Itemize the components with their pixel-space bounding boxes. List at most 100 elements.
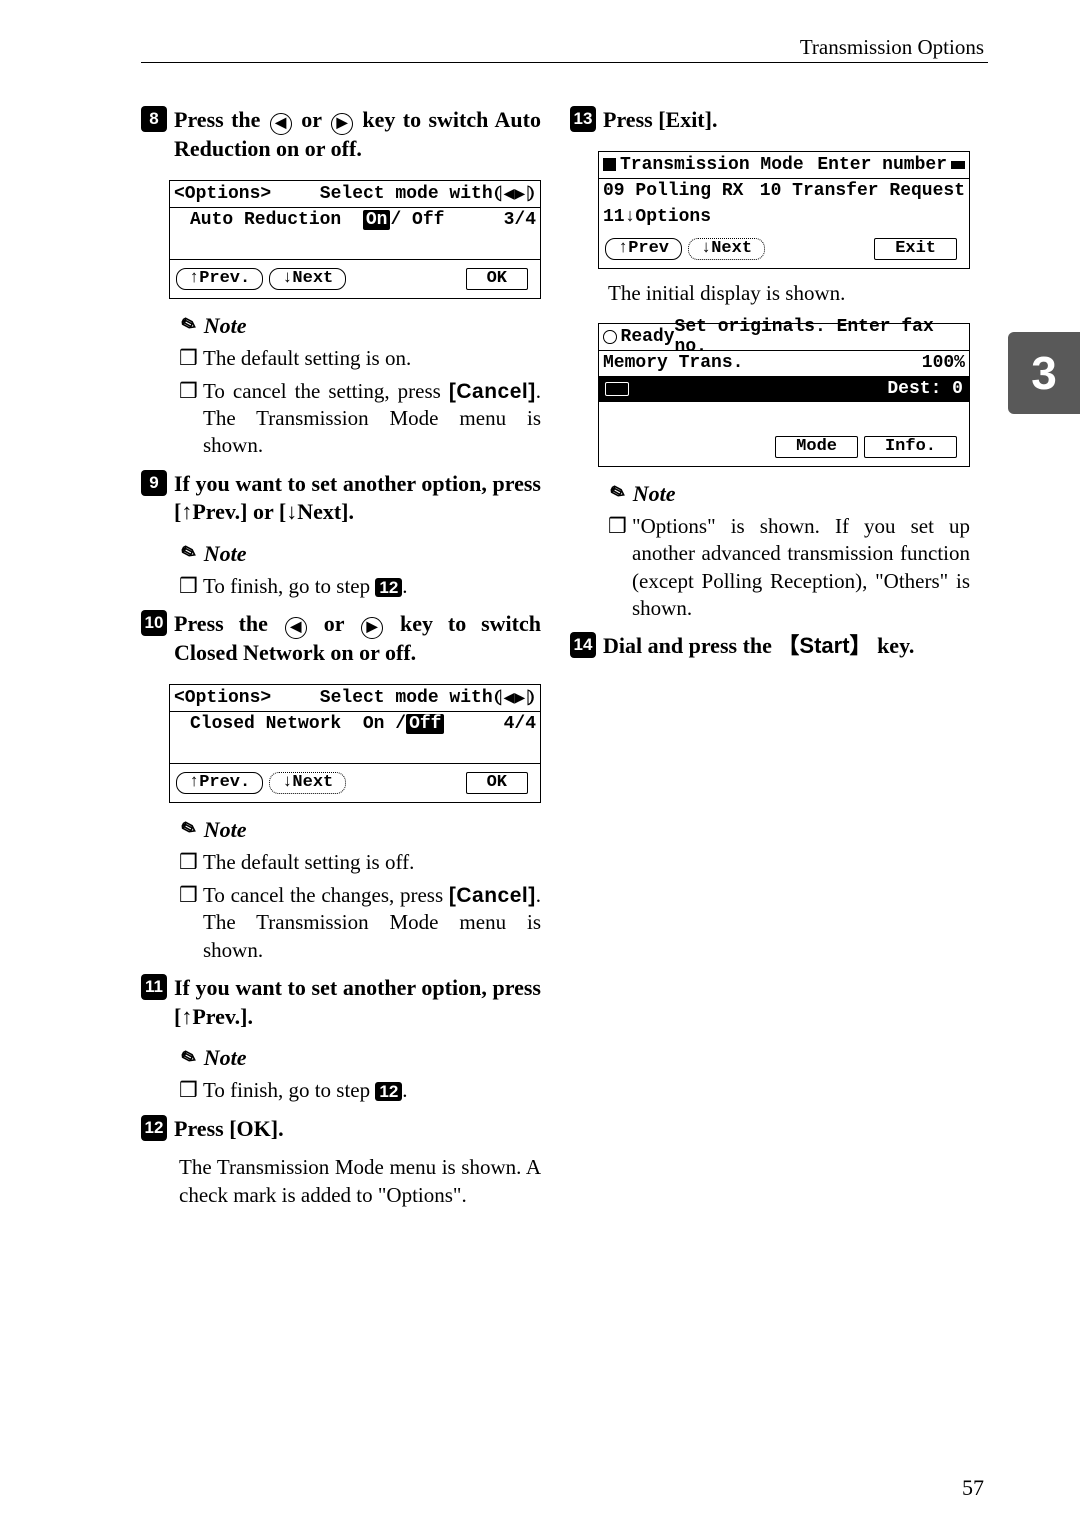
step-8-text: Press the ◀ or ▶ key to switch Auto Redu… xyxy=(174,106,541,164)
chapter-tab: 3 xyxy=(1008,332,1080,414)
step-badge-11: 11 xyxy=(141,974,167,1000)
note-13: ✎Note "Options" is shown. If you set up … xyxy=(608,481,970,622)
note-title: Note xyxy=(204,1045,247,1071)
soft-key: [Cancel] xyxy=(449,884,536,907)
ready-icon xyxy=(603,330,617,344)
lcd-status: Ready xyxy=(621,327,675,347)
step-14: 14 Dial and press the Start key. xyxy=(570,632,970,661)
txt: To cancel the changes, press xyxy=(203,883,449,907)
step-ref-icon: 12 xyxy=(375,1082,402,1101)
step-badge-13: 13 xyxy=(570,106,596,132)
lcd-next-button: ↓Next xyxy=(688,238,765,260)
lcd-value: On / xyxy=(363,714,406,734)
txt: . xyxy=(402,1078,407,1102)
step-8: 8 Press the ◀ or ▶ key to switch Auto Re… xyxy=(141,106,541,164)
step-10-text: Press the ◀ or ▶ key to switch Closed Ne… xyxy=(174,610,541,668)
lcd-label: Closed Network xyxy=(190,714,341,734)
right-arrow-icon: ▶ xyxy=(331,113,353,135)
lcd-value: 100% xyxy=(922,353,965,373)
note-8: ✎Note The default setting is on. To canc… xyxy=(179,313,541,460)
running-header: Transmission Options xyxy=(800,35,984,60)
lcd-ok-button[interactable]: OK xyxy=(466,268,528,290)
lcd-label: <Options> xyxy=(174,184,271,204)
txt: or xyxy=(294,107,329,132)
step-12-sub: The Transmission Mode menu is shown. A c… xyxy=(179,1153,541,1210)
lcd-label: Transmission Mode xyxy=(620,155,804,175)
txt: or xyxy=(309,611,359,636)
lcd-item: 10 Transfer Request xyxy=(760,181,965,201)
txt: To finish, go to step xyxy=(203,574,375,598)
step-10: 10 Press the ◀ or ▶ key to switch Closed… xyxy=(141,610,541,668)
step-12: 12 Press [OK]. xyxy=(141,1115,541,1144)
lcd-prev-button[interactable]: ↑Prev. xyxy=(176,772,263,794)
step-14-text: Dial and press the Start key. xyxy=(603,632,970,661)
step-9: 9 If you want to set another option, pre… xyxy=(141,470,541,527)
lcd-dest: Dest: 0 xyxy=(887,379,963,399)
lcd-label: Select mode with xyxy=(320,184,493,204)
lcd-info-button[interactable]: Info. xyxy=(864,436,957,458)
soft-key: [Cancel] xyxy=(449,380,536,403)
txt: Press the xyxy=(174,611,283,636)
right-arrow-icon: ▶⦈ xyxy=(514,183,536,205)
pencil-icon: ✎ xyxy=(175,311,201,341)
lcd-page: 3/4 xyxy=(504,210,536,230)
txt: key. xyxy=(872,633,915,658)
lcd-value: / Off xyxy=(390,210,444,230)
lcd-next-button[interactable]: ↓Next xyxy=(269,268,346,290)
note-11: ✎Note To finish, go to step 12. xyxy=(179,1045,541,1104)
lcd-label: Enter number xyxy=(817,155,947,175)
header-rule xyxy=(141,62,988,63)
lcd-value-off: Off xyxy=(406,714,444,734)
lcd-ok-button[interactable]: OK xyxy=(466,772,528,794)
lcd-closed-network: <Options>Select mode with⦇◀▶⦈ Closed Net… xyxy=(169,684,541,803)
lcd-exit-button[interactable]: Exit xyxy=(874,238,957,260)
right-column: 13 Press [Exit]. Transmission ModeEnter … xyxy=(570,96,970,661)
lcd-hint: Set originals. Enter fax no. xyxy=(675,317,965,357)
note-title: Note xyxy=(633,481,676,507)
lcd-ready: ReadySet originals. Enter fax no. Memory… xyxy=(598,323,970,467)
page-number: 57 xyxy=(962,1475,984,1501)
note-item: The default setting is off. xyxy=(179,849,541,876)
txt: To cancel the setting, press xyxy=(203,379,449,403)
lcd-mode-button[interactable]: Mode xyxy=(775,436,858,458)
lcd-prev-button[interactable]: ↑Prev xyxy=(605,238,682,260)
note-title: Note xyxy=(204,313,247,339)
left-arrow-icon: ⦇◀ xyxy=(493,183,515,205)
note-10: ✎Note The default setting is off. To can… xyxy=(179,817,541,964)
note-item: To finish, go to step 12. xyxy=(179,1077,541,1104)
txt: . xyxy=(402,574,407,598)
lcd-auto-reduction: <Options>Select mode with⦇◀▶⦈ Auto Reduc… xyxy=(169,180,541,299)
note-item: "Options" is shown. If you set up anothe… xyxy=(608,513,970,622)
note-item: The default setting is on. xyxy=(179,345,541,372)
pencil-icon: ✎ xyxy=(175,815,201,845)
start-key: Start xyxy=(777,633,871,658)
txt: To finish, go to step xyxy=(203,1078,375,1102)
lcd-label: <Options> xyxy=(174,688,271,708)
book-icon xyxy=(605,382,629,396)
lcd-item: 11↓Options xyxy=(603,207,711,227)
lcd-label: Select mode with xyxy=(320,688,493,708)
note-item: To cancel the setting, press [Cancel]. T… xyxy=(179,378,541,460)
left-column: 8 Press the ◀ or ▶ key to switch Auto Re… xyxy=(141,96,541,1210)
pencil-icon: ✎ xyxy=(604,479,630,509)
right-arrow-icon: ▶⦈ xyxy=(514,687,536,709)
step-12-text: Press [OK]. xyxy=(174,1115,541,1144)
txt: Press the xyxy=(174,107,268,132)
lcd-page: 4/4 xyxy=(504,714,536,734)
pencil-icon: ✎ xyxy=(175,539,201,569)
step-badge-14: 14 xyxy=(570,632,596,658)
lcd-prev-button[interactable]: ↑Prev. xyxy=(176,268,263,290)
note-title: Note xyxy=(204,817,247,843)
step-11: 11 If you want to set another option, pr… xyxy=(141,974,541,1031)
step-badge-8: 8 xyxy=(141,106,167,132)
note-item: To cancel the changes, press [Cancel]. T… xyxy=(179,882,541,964)
note-9: ✎Note To finish, go to step 12. xyxy=(179,541,541,600)
right-arrow-icon: ▶ xyxy=(361,617,383,639)
left-arrow-icon: ◀ xyxy=(285,617,307,639)
step-11-text: If you want to set another option, press… xyxy=(174,974,541,1031)
lcd-next-button: ↓Next xyxy=(269,772,346,794)
step-9-text: If you want to set another option, press… xyxy=(174,470,541,527)
step-13-sub: The initial display is shown. xyxy=(608,279,970,307)
lcd-transmission-mode: Transmission ModeEnter number 09 Polling… xyxy=(598,151,970,269)
note-title: Note xyxy=(204,541,247,567)
